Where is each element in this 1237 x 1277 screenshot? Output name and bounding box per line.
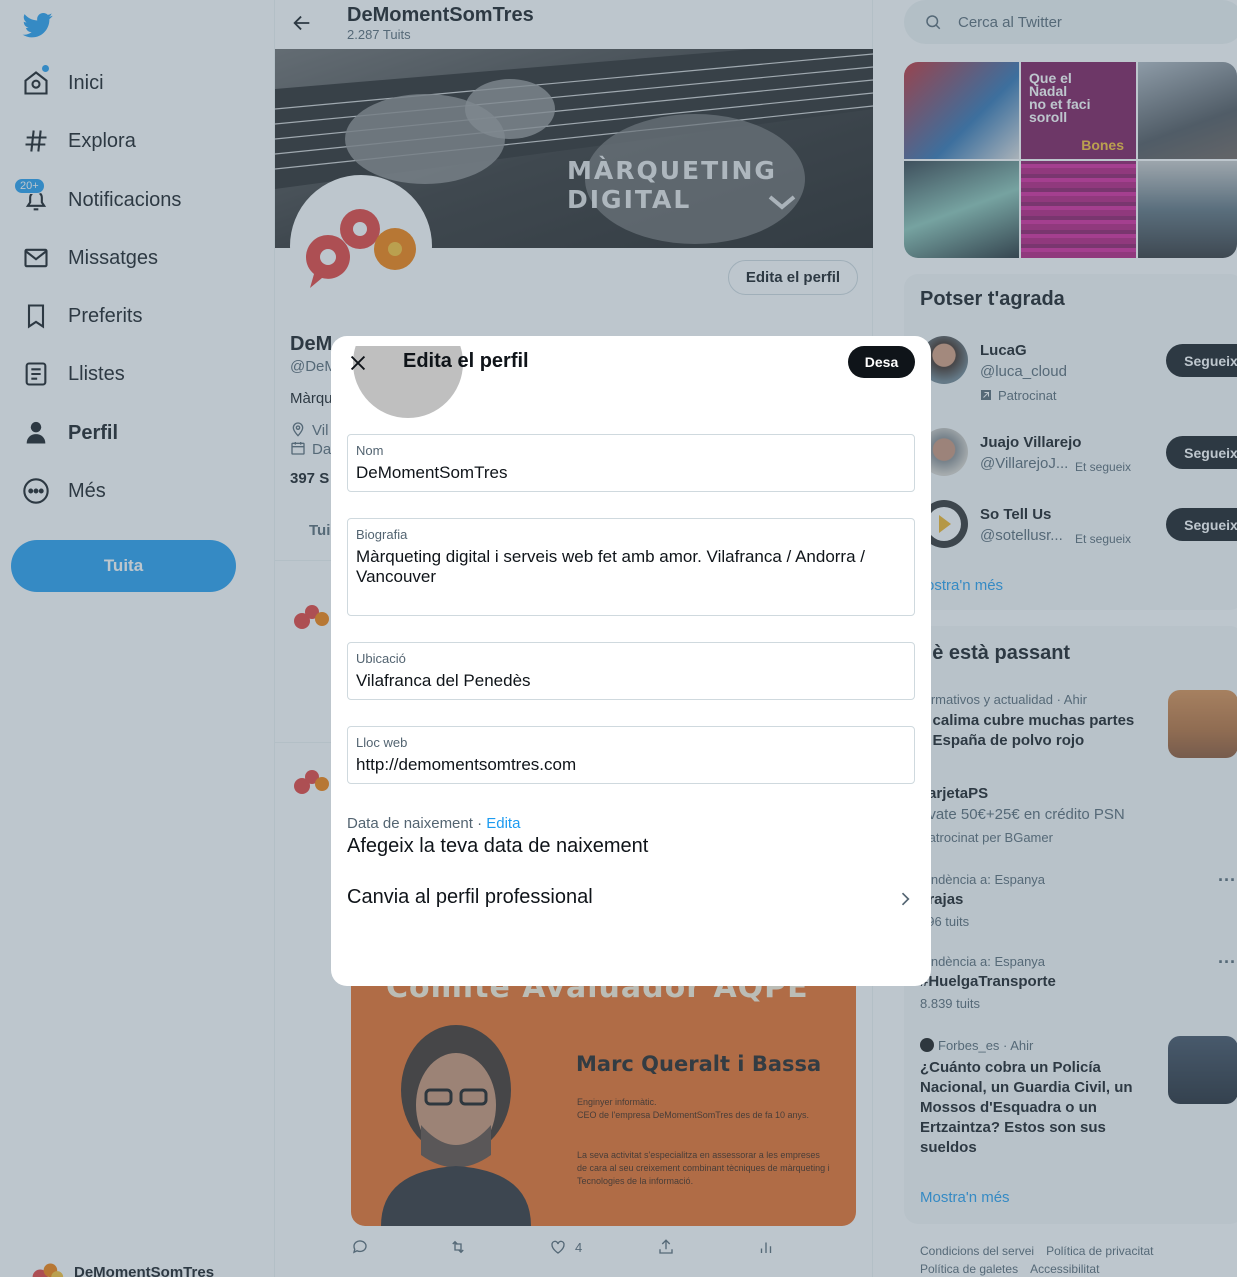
chevron-right-icon bbox=[901, 892, 910, 906]
birthdate-label-text: Data de naixement · bbox=[347, 815, 487, 832]
professional-profile-link[interactable]: Canvia al perfil professional bbox=[347, 886, 915, 916]
field-value[interactable]: Màrqueting digital i serveis web fet amb… bbox=[356, 547, 896, 587]
modal-title: Edita el perfil bbox=[403, 350, 529, 372]
edit-profile-modal: Edita el perfil Desa Nom DeMomentSomTres… bbox=[331, 336, 931, 986]
birthdate-value: Afegeix la teva data de naixement bbox=[347, 835, 649, 857]
save-button[interactable]: Desa bbox=[848, 346, 915, 378]
field-value[interactable]: http://demomentsomtres.com bbox=[356, 755, 896, 775]
field-label: Nom bbox=[356, 443, 384, 458]
field-label: Ubicació bbox=[356, 651, 406, 666]
name-field[interactable]: Nom DeMomentSomTres bbox=[347, 434, 915, 492]
website-field[interactable]: Lloc web http://demomentsomtres.com bbox=[347, 726, 915, 784]
birthdate-edit-link[interactable]: Edita bbox=[486, 815, 520, 832]
professional-profile-label: Canvia al perfil professional bbox=[347, 886, 593, 908]
field-label: Biografia bbox=[356, 527, 408, 542]
birthdate-label: Data de naixement · Edita bbox=[347, 815, 520, 832]
twitter-page: Inici Explora 20+ Notificacions Missatge… bbox=[0, 0, 1237, 1277]
close-icon[interactable] bbox=[347, 352, 369, 374]
bio-field[interactable]: Biografia Màrqueting digital i serveis w… bbox=[347, 518, 915, 616]
field-value[interactable]: Vilafranca del Penedès bbox=[356, 671, 896, 691]
field-label: Lloc web bbox=[356, 735, 408, 750]
field-value[interactable]: DeMomentSomTres bbox=[356, 463, 896, 483]
location-field[interactable]: Ubicació Vilafranca del Penedès bbox=[347, 642, 915, 700]
